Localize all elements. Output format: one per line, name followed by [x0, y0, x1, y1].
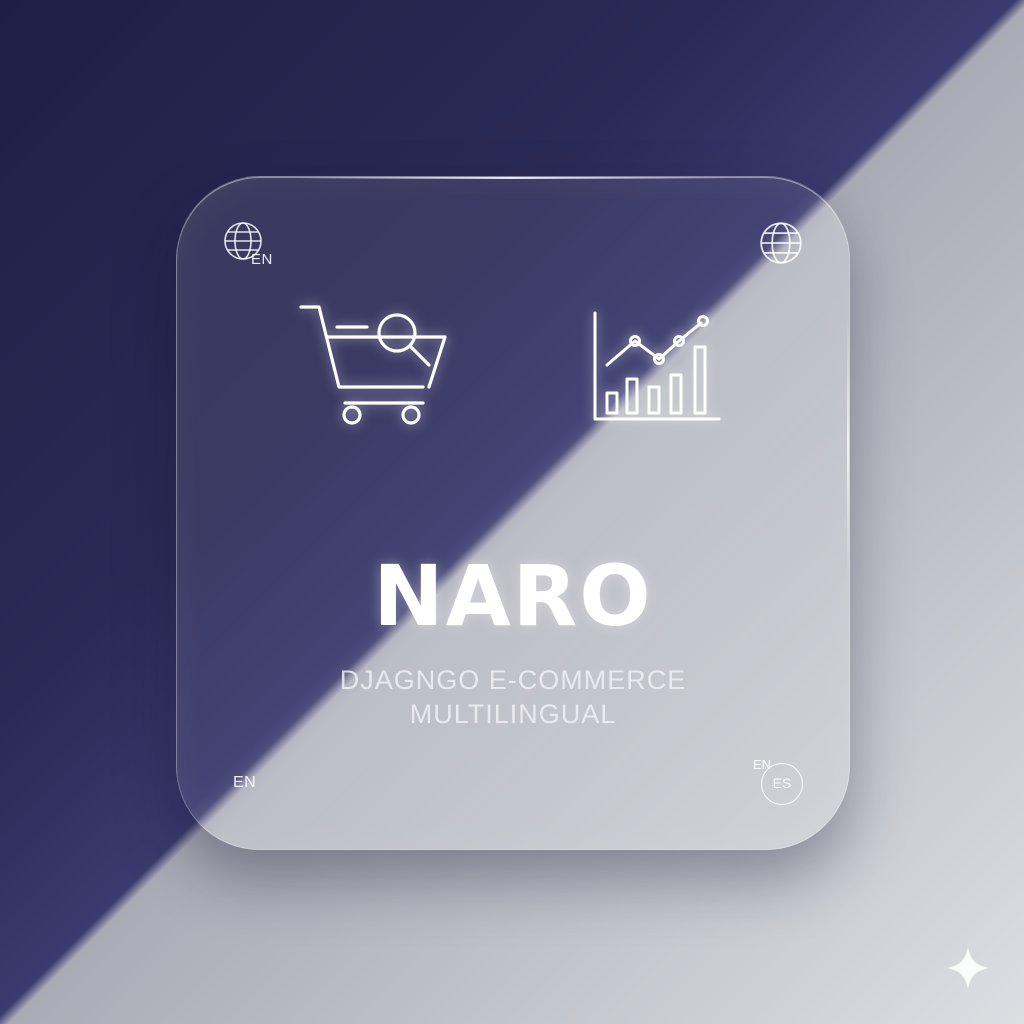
brand-name: NARO — [373, 547, 653, 645]
shopping-cart-search-icon — [297, 297, 453, 437]
bar-line-chart-icon — [589, 309, 729, 431]
tagline-line-1: DJAGNGO E-COMMERCE — [339, 665, 687, 695]
globe-icon — [759, 221, 803, 265]
tagline-line-2: MULTILINGUAL — [409, 699, 617, 729]
glass-logo-card: EN NARO DJAGNGO E-COMMERCE MULTILINGUAL … — [176, 176, 850, 850]
tagline: DJAGNGO E-COMMERCE MULTILINGUAL — [177, 663, 849, 731]
language-badge-es: ES — [761, 763, 803, 805]
sparkle-icon — [944, 944, 992, 996]
language-code-en: EN — [233, 774, 257, 791]
language-code-en: EN — [251, 251, 273, 268]
language-code-es: ES — [772, 775, 792, 791]
